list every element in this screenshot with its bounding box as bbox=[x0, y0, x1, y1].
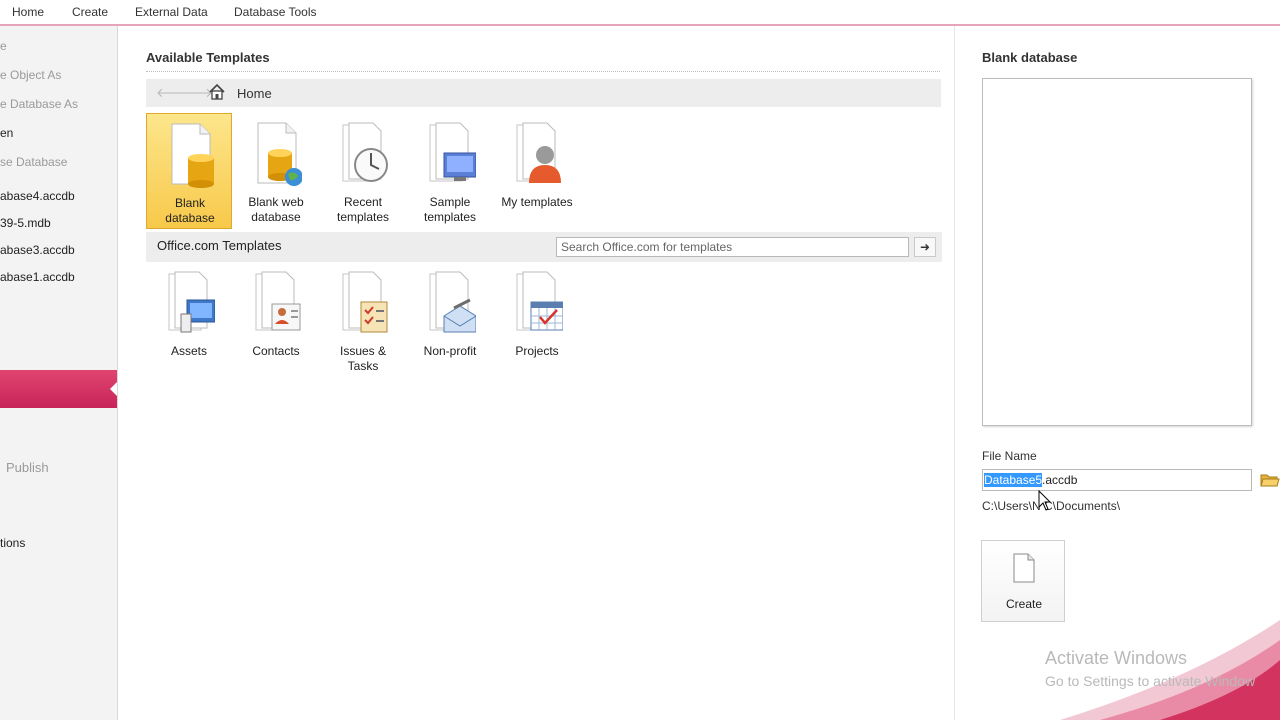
recent-file-database3[interactable]: abase3.accdb bbox=[0, 243, 75, 257]
blank-database-icon bbox=[171, 123, 214, 188]
new-document-icon bbox=[1013, 553, 1035, 583]
tile-my-templates[interactable]: My templates bbox=[494, 113, 580, 229]
sample-templates-icon bbox=[429, 122, 476, 182]
file-name-selection: Database5 bbox=[984, 473, 1043, 487]
title-divider bbox=[146, 71, 940, 72]
tile-contacts[interactable]: Contacts bbox=[233, 262, 319, 378]
file-name-input[interactable]: Database5.accdb bbox=[982, 469, 1252, 491]
available-templates-title: Available Templates bbox=[146, 50, 270, 65]
tab-external-data[interactable]: External Data bbox=[135, 5, 208, 19]
tile-label: My templates bbox=[501, 195, 573, 209]
activation-watermark: Activate Windows Go to Settings to activ… bbox=[1045, 648, 1255, 689]
tile-label: Issues & Tasks bbox=[339, 344, 387, 373]
tile-label: Blank web database bbox=[248, 195, 304, 224]
home-icon[interactable] bbox=[208, 83, 226, 101]
recent-templates-icon bbox=[342, 122, 388, 182]
nav-item-open[interactable]: en bbox=[0, 126, 13, 140]
non-profit-icon bbox=[429, 271, 476, 333]
backstage-nav: e e Object As e Database As en se Databa… bbox=[0, 26, 118, 720]
browse-folder-icon[interactable] bbox=[1260, 471, 1280, 489]
nav-item-save-publish[interactable]: Publish bbox=[6, 460, 49, 475]
nav-item-save-database-as[interactable]: e Database As bbox=[0, 97, 78, 111]
office-templates-bar: Office.com Templates ➜ bbox=[146, 232, 942, 262]
nav-item-close-database[interactable]: se Database bbox=[0, 155, 67, 169]
assets-icon bbox=[168, 271, 215, 333]
tab-database-tools[interactable]: Database Tools bbox=[234, 5, 317, 19]
nav-item-options[interactable]: tions bbox=[0, 536, 25, 550]
search-go-button[interactable]: ➜ bbox=[914, 237, 936, 257]
office-search-input[interactable] bbox=[556, 237, 909, 257]
template-navbar: 🡐 🡒 Home bbox=[146, 79, 941, 107]
tile-label: Sample templates bbox=[423, 195, 477, 224]
tile-non-profit[interactable]: Non-profit bbox=[407, 262, 493, 378]
tab-home[interactable]: Home bbox=[12, 5, 44, 19]
issues-tasks-icon bbox=[342, 271, 388, 333]
tile-recent-templates[interactable]: Recent templates bbox=[320, 113, 406, 229]
watermark-line-1: Activate Windows bbox=[1045, 648, 1188, 668]
tile-assets[interactable]: Assets bbox=[146, 262, 232, 378]
tile-label: Non-profit bbox=[423, 344, 477, 358]
projects-icon bbox=[516, 271, 563, 331]
tile-projects[interactable]: Projects bbox=[494, 262, 580, 378]
blank-web-database-icon bbox=[257, 122, 302, 186]
breadcrumb-home[interactable]: Home bbox=[237, 86, 272, 101]
tile-issues-tasks[interactable]: Issues & Tasks bbox=[320, 262, 406, 378]
watermark-line-2: Go to Settings to activate Window bbox=[1045, 673, 1256, 689]
nav-item-save[interactable]: e bbox=[0, 39, 7, 53]
mouse-cursor-icon bbox=[1038, 490, 1052, 511]
tile-label: Contacts bbox=[252, 344, 300, 358]
selection-notch bbox=[110, 381, 117, 397]
tile-label: Assets bbox=[170, 344, 207, 358]
contacts-icon bbox=[255, 271, 301, 331]
tile-label: Projects bbox=[515, 344, 559, 358]
tile-sample-templates[interactable]: Sample templates bbox=[407, 113, 493, 229]
tile-label: Blank database bbox=[165, 196, 215, 225]
tile-label: Recent templates bbox=[336, 195, 390, 224]
panel-title: Blank database bbox=[982, 50, 1078, 65]
nav-item-new-selected[interactable] bbox=[0, 370, 117, 408]
recent-file-database4[interactable]: abase4.accdb bbox=[0, 189, 75, 203]
file-name-label: File Name bbox=[982, 449, 1037, 463]
file-name-extension: .accdb bbox=[1042, 473, 1078, 487]
tile-blank-database[interactable]: Blank database bbox=[146, 113, 232, 229]
recent-file-database1[interactable]: abase1.accdb bbox=[0, 270, 75, 284]
available-templates-pane: Available Templates 🡐 🡒 Home Blank datab… bbox=[118, 26, 954, 720]
tab-create[interactable]: Create bbox=[72, 5, 108, 19]
ribbon-tabs: Home Create External Data Database Tools bbox=[0, 0, 1280, 26]
office-templates-title: Office.com Templates bbox=[157, 238, 282, 253]
my-templates-icon bbox=[516, 122, 561, 183]
template-preview bbox=[982, 78, 1252, 426]
recent-file-39-5[interactable]: 39-5.mdb bbox=[0, 216, 51, 230]
tile-blank-web-database[interactable]: Blank web database bbox=[233, 113, 319, 229]
nav-item-save-object-as[interactable]: e Object As bbox=[0, 68, 61, 82]
